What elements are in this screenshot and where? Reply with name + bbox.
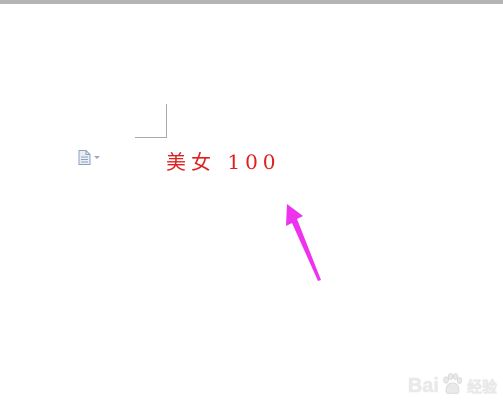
- baidu-jingyan-watermark: Bai 经验: [408, 371, 497, 401]
- baidu-paw-icon: [439, 372, 465, 400]
- paste-options-icon: [78, 149, 91, 165]
- watermark-brand-right: 经验: [466, 377, 497, 396]
- annotation-arrow-icon: [286, 204, 321, 281]
- document-text[interactable]: 美女 100: [166, 148, 281, 176]
- watermark-brand-left: Bai: [407, 374, 439, 397]
- margin-corner-marker-horizontal: [135, 137, 167, 138]
- paste-options-button[interactable]: [78, 148, 108, 166]
- margin-corner-marker-vertical: [166, 104, 167, 138]
- document-page[interactable]: [0, 4, 503, 411]
- chevron-down-icon: [94, 155, 100, 159]
